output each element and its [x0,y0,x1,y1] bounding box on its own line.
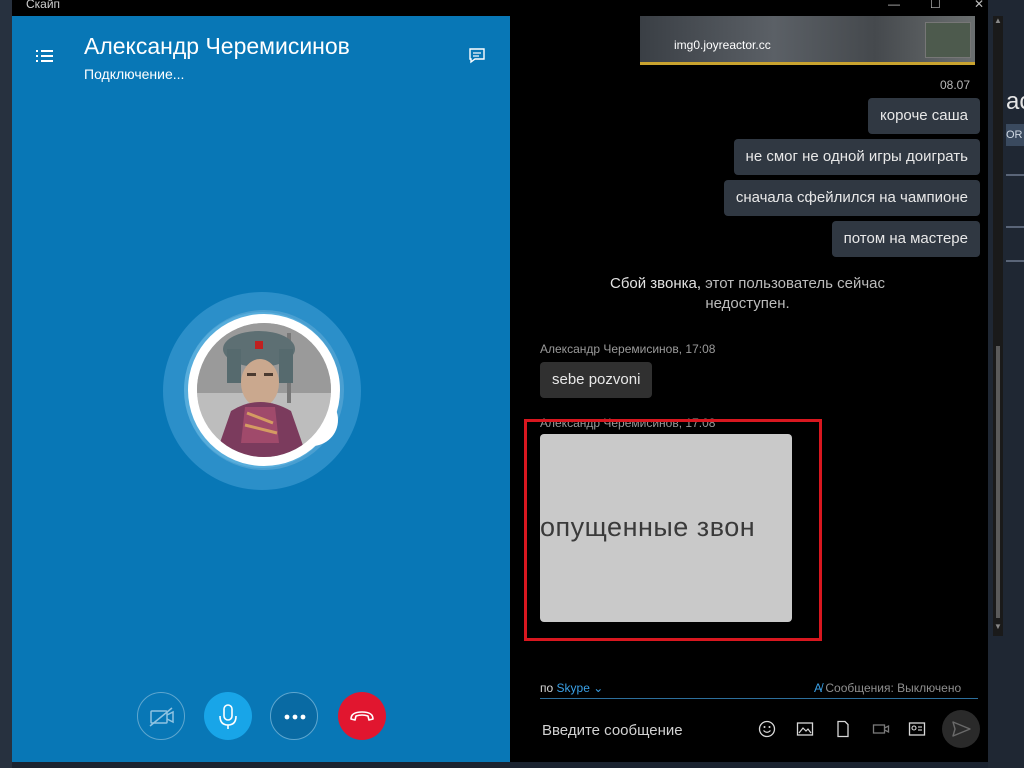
chevron-down-icon: ⌄ [593,681,604,695]
call-failed-notice: Сбой звонка, этот пользователь сейчас не… [600,274,895,314]
window-title: Скайп [26,0,61,11]
close-button[interactable]: ✕ [974,0,984,11]
message-sender-meta: Александр Черемисинов, 17:08 [540,342,716,356]
translator-label: Сообщения: Выключено [825,681,962,695]
chat-toggle-icon[interactable] [468,48,486,64]
skype-window: Скайп — ☐ ✕ Александр Черемисинов Подклю… [12,0,1003,762]
image-caption: img0.joyreactor.cc [674,38,771,52]
background-app-row [1006,174,1024,176]
image-thumbnail [925,22,971,58]
video-off-icon [149,707,174,727]
maximize-button[interactable]: ☐ [930,0,941,11]
microphone-icon [219,704,237,729]
call-panel: Александр Черемисинов Подключение... [12,16,510,762]
message-input[interactable] [540,708,754,752]
video-toggle-button[interactable] [137,692,185,740]
outgoing-message[interactable]: сначала сфейлился на чампионе [723,180,980,216]
background-app-row [1006,226,1024,228]
send-button[interactable] [942,710,980,748]
background-app-row [1006,260,1024,262]
red-highlight-annotation [524,419,822,641]
contact-name: Александр Черемисинов [84,33,350,59]
send-via-prefix: по [540,681,554,695]
call-status: Подключение... [84,66,185,82]
send-via-selector[interactable]: по Skype ⌄ [540,681,603,695]
background-app-title-fragment: ас [1006,88,1024,115]
more-options-icon [284,714,306,720]
window-bottom-edge [12,762,988,768]
incoming-message[interactable]: sebe pozvoni [540,362,653,398]
compose-divider [540,698,978,699]
outgoing-message[interactable]: короче саша [868,98,980,134]
chat-panel: img0.joyreactor.cc 08.07 короче саша не … [510,16,1003,762]
call-failed-emphasis: Сбой звонка, [609,275,702,292]
title-bar: Скайп — ☐ ✕ [12,0,988,16]
scroll-down-arrow[interactable]: ▼ [993,622,1003,632]
mute-button[interactable] [204,692,252,740]
outgoing-message[interactable]: потом на мастере [831,221,980,257]
shared-image-preview[interactable]: img0.joyreactor.cc [640,16,975,65]
background-app-button-fragment: OR [1006,124,1024,146]
send-via-service: Skype [556,681,590,695]
emoji-icon[interactable] [758,720,776,738]
minimize-button[interactable]: — [888,0,900,11]
contact-card-icon[interactable] [908,720,926,738]
avatar-photo [197,323,331,457]
scroll-up-arrow[interactable]: ▲ [993,16,1003,26]
compose-bar: по Skype ⌄ A̸ Сообщения: Выключено [510,674,988,762]
menu-list-icon[interactable] [36,48,56,64]
outgoing-message[interactable]: не смог не одной игры доиграть [733,139,980,175]
video-message-icon[interactable] [872,720,890,738]
chat-scrollbar[interactable]: ▲ ▼ [993,16,1003,636]
call-controls [12,692,510,744]
avatar [188,314,340,466]
date-label: 08.07 [940,78,971,92]
send-icon [952,721,971,737]
more-options-button[interactable] [270,692,318,740]
image-icon[interactable] [796,720,814,738]
translate-icon: A̸ [814,681,823,695]
translator-toggle[interactable]: A̸ Сообщения: Выключено [814,681,961,695]
background-app-left-strip [0,0,12,768]
end-call-button[interactable] [338,692,386,740]
scroll-thumb[interactable] [996,346,1000,618]
call-failed-text: этот пользователь сейчас недоступен. [701,275,885,312]
file-icon[interactable] [834,720,852,738]
end-call-icon [350,711,374,721]
